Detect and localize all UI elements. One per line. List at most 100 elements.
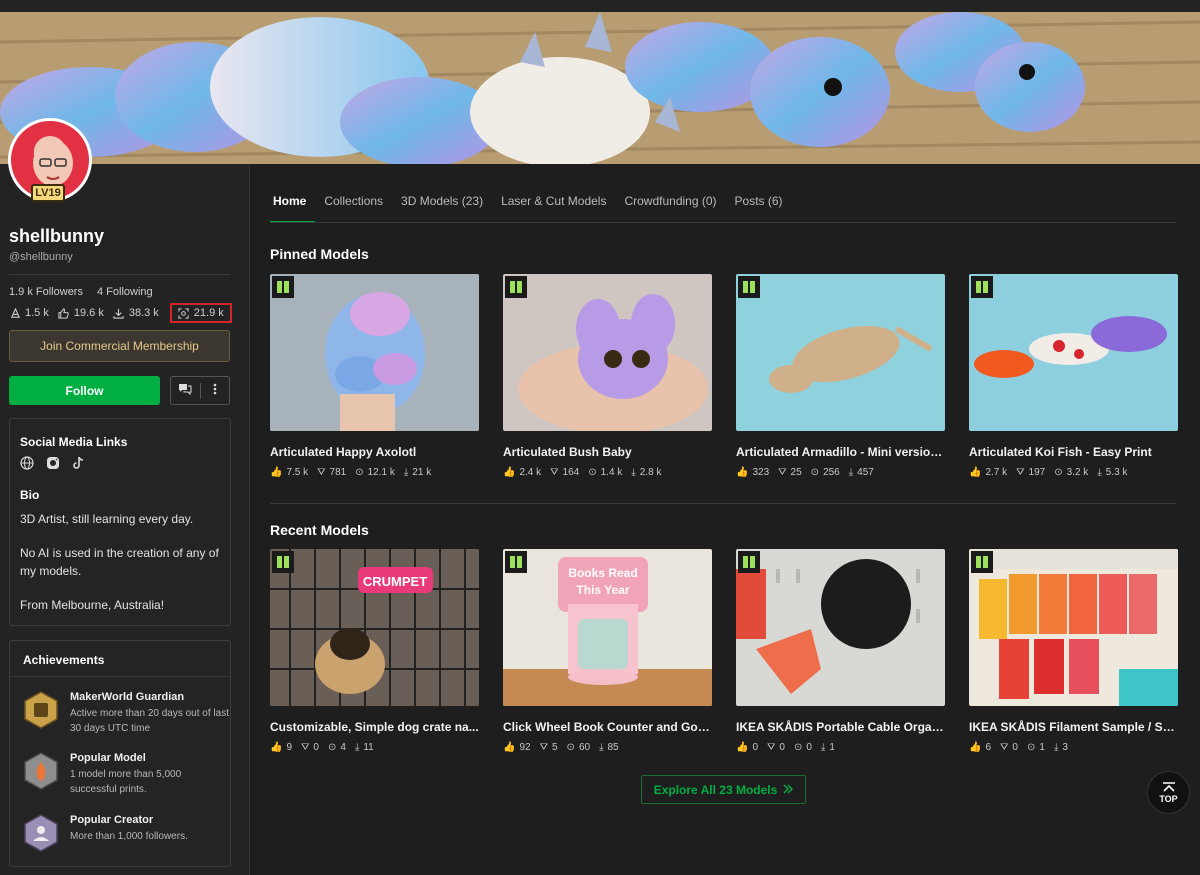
bio-line: No AI is used in the creation of any of …: [20, 546, 219, 578]
bio-title: Bio: [20, 488, 40, 502]
message-button[interactable]: [171, 377, 200, 404]
likes-stat: 👍 0: [736, 742, 759, 753]
model-title[interactable]: Articulated Happy Axolotl: [270, 445, 479, 459]
model-stats: 👍 9 ⛛ 0 ⊙ 4 ⤓ 11: [270, 742, 479, 753]
downloads-stat: ⤓ 11: [354, 742, 374, 753]
back-to-top-button[interactable]: TOP: [1147, 771, 1190, 814]
model-card[interactable]: Books Read This Year Click Wheel Book Cou…: [503, 549, 712, 753]
download-icon: ⤓: [1053, 742, 1059, 753]
boosts-stat: ⊙ 1.4 k: [588, 467, 623, 478]
level-badge: LV19: [31, 184, 65, 202]
model-title[interactable]: Click Wheel Book Counter and Goal ...: [503, 720, 712, 734]
model-card[interactable]: CRUMPET Customizable, Simple dog crate n…: [270, 549, 479, 753]
model-title[interactable]: IKEA SKÅDIS Portable Cable Organiz...: [736, 720, 945, 734]
likes-stat: 👍 9: [270, 742, 293, 753]
boosts-stat: ⊙ 0: [793, 742, 812, 753]
join-membership-button[interactable]: Join Commercial Membership: [9, 330, 230, 362]
model-card[interactable]: IKEA SKÅDIS Portable Cable Organiz... 👍 0…: [736, 549, 945, 753]
achievements-card: Achievements MakerWorld Guardian Active m…: [9, 640, 231, 867]
tab-collections[interactable]: Collections: [315, 194, 392, 223]
more-options-button[interactable]: [201, 377, 230, 404]
tab-laser-cut-models[interactable]: Laser & Cut Models: [492, 194, 615, 223]
tab-home[interactable]: Home: [270, 194, 316, 223]
model-thumbnail[interactable]: [969, 274, 1178, 431]
makerworld-logo-icon: [505, 551, 527, 573]
divider: [9, 274, 230, 275]
download-icon: ⤓: [599, 742, 604, 753]
likes-stat: 19.6 k: [58, 307, 104, 319]
prints-stat: ⛛ 25: [778, 467, 802, 478]
print-icon: ⛛: [767, 742, 776, 753]
thumbs-up-icon: 👍: [270, 467, 283, 478]
model-title[interactable]: IKEA SKÅDIS Filament Sample / Swat...: [969, 720, 1178, 734]
follow-button[interactable]: Follow: [9, 376, 160, 405]
chat-icon: [178, 382, 192, 400]
popular-model-badge-icon: [22, 752, 60, 790]
bio-line: From Melbourne, Australia!: [20, 598, 165, 612]
boost-icon: ⊙: [1054, 467, 1063, 478]
downloads-stat: ⤓ 85: [599, 742, 619, 753]
tab-posts[interactable]: Posts (6): [726, 194, 792, 223]
model-thumbnail[interactable]: [270, 274, 479, 431]
model-card[interactable]: IKEA SKÅDIS Filament Sample / Swat... 👍 6…: [969, 549, 1178, 753]
model-thumbnail[interactable]: [969, 549, 1178, 706]
makerworld-logo-icon: [505, 276, 527, 298]
boosts-stat: ⊙ 1: [1026, 742, 1045, 753]
model-title[interactable]: Articulated Koi Fish - Easy Print: [969, 445, 1178, 459]
thumbs-up-icon: 👍: [503, 742, 516, 753]
thumbs-up-icon: [58, 307, 70, 319]
followers-link[interactable]: 1.9 k Followers: [9, 286, 83, 298]
boost-icon: ⊙: [588, 467, 597, 478]
globe-icon[interactable]: [20, 456, 34, 475]
model-title[interactable]: Customizable, Simple dog crate na...: [270, 720, 479, 734]
following-link[interactable]: 4 Following: [97, 286, 153, 298]
print-icon: ⛛: [550, 467, 559, 478]
tab-crowdfunding[interactable]: Crowdfunding (0): [615, 194, 725, 223]
boost-icon: [178, 307, 190, 319]
download-icon: ⤓: [848, 467, 854, 478]
profile-banner: [0, 12, 1200, 164]
model-title[interactable]: Articulated Bush Baby: [503, 445, 712, 459]
more-vertical-icon: [213, 382, 217, 400]
likes-stat: 👍 92: [503, 742, 531, 753]
model-card[interactable]: Articulated Happy Axolotl 👍 7.5 k ⛛ 781 ⊙ 1…: [270, 274, 479, 478]
boost-icon: ⊙: [355, 467, 364, 478]
print-icon: ⛛: [1000, 742, 1009, 753]
model-card[interactable]: Articulated Koi Fish - Easy Print 👍 2.7 k…: [969, 274, 1178, 478]
tiktok-icon[interactable]: [72, 456, 86, 475]
model-card[interactable]: Articulated Armadillo - Mini version ...…: [736, 274, 945, 478]
model-thumbnail[interactable]: Books Read This Year: [503, 549, 712, 706]
achievement-item[interactable]: Popular Model 1 model more than 5,000 suc…: [22, 752, 230, 797]
model-thumbnail[interactable]: [503, 274, 712, 431]
tab-3d-models[interactable]: 3D Models (23): [392, 194, 492, 223]
prints-stat: ⛛ 164: [550, 467, 580, 478]
likes-stat: 👍 2.7 k: [969, 467, 1008, 478]
achievement-item[interactable]: MakerWorld Guardian Active more than 20 d…: [22, 691, 230, 736]
bio-line: 3D Artist, still learning every day.: [20, 512, 194, 526]
social-links-title: Social Media Links: [20, 435, 128, 449]
books-read-sign: Books Read: [568, 566, 637, 580]
boosts-stat: ⊙ 4: [327, 742, 346, 753]
model-title[interactable]: Articulated Armadillo - Mini version ...: [736, 445, 945, 459]
about-card: Social Media Links Bio 3D Artist, still …: [9, 418, 231, 626]
boost-icon: ⊙: [327, 742, 337, 753]
double-chevron-right-icon: [783, 783, 794, 797]
explore-all-models-button[interactable]: Explore All 23 Models: [641, 775, 806, 804]
boosts-stat: ⊙ 3.2 k: [1054, 467, 1089, 478]
model-thumbnail[interactable]: [736, 274, 945, 431]
print-icon: [9, 307, 21, 319]
pinned-models-title: Pinned Models: [270, 246, 369, 262]
achievement-item[interactable]: Popular Creator More than 1,000 followers…: [22, 814, 188, 852]
downloads-stat: ⤓ 5.3 k: [1097, 467, 1128, 478]
boosts-stat: ⊙ 12.1 k: [355, 467, 395, 478]
download-icon: [113, 307, 125, 319]
model-thumbnail[interactable]: CRUMPET: [270, 549, 479, 706]
downloads-stat: 38.3 k: [113, 307, 159, 319]
model-thumbnail[interactable]: [736, 549, 945, 706]
prints-stat: ⛛ 5: [539, 742, 558, 753]
print-icon: ⛛: [539, 742, 548, 753]
popular-creator-badge-icon: [22, 814, 60, 852]
model-card[interactable]: Articulated Bush Baby 👍 2.4 k ⛛ 164 ⊙ 1.4 k…: [503, 274, 712, 478]
prints-stat: 1.5 k: [9, 307, 49, 319]
instagram-icon[interactable]: [46, 456, 60, 475]
